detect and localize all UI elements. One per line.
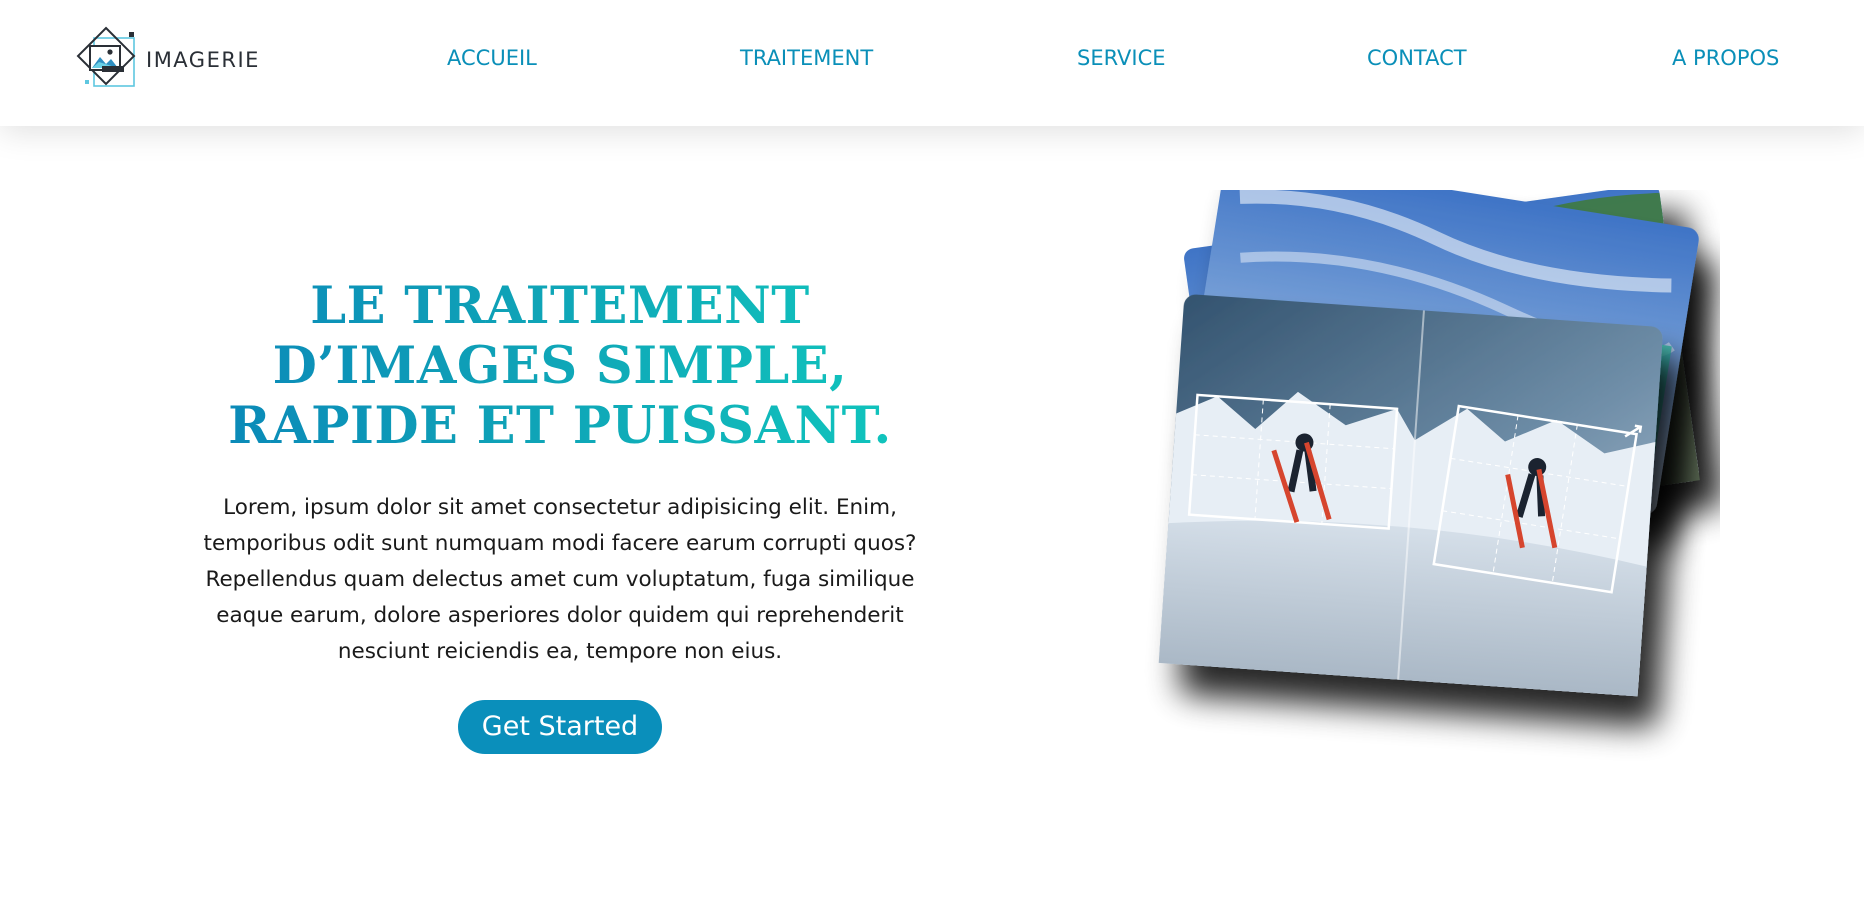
hero-text-block: LE TRAITEMENT D’IMAGES SIMPLE, RAPIDE ET…	[180, 276, 940, 754]
hero-title-line-2: D’IMAGES SIMPLE,	[272, 336, 848, 396]
front-photo-card	[1158, 294, 1663, 697]
hero-description: Lorem, ipsum dolor sit amet consectetur …	[203, 495, 917, 664]
hero-photo-stack	[1158, 190, 1700, 697]
brand-logo[interactable]: IMAGERIE	[74, 22, 274, 98]
nav-a-propos[interactable]: A PROPOS	[1672, 46, 1779, 70]
hero-title-line-3: RAPIDE ET PUISSANT.	[228, 396, 892, 456]
image-frame-logo-icon	[76, 26, 136, 87]
nav-service[interactable]: SERVICE	[1077, 46, 1166, 70]
get-started-button[interactable]: Get Started	[457, 700, 663, 754]
hero-title: LE TRAITEMENT D’IMAGES SIMPLE, RAPIDE ET…	[180, 276, 940, 456]
brand-name: IMAGERIE	[146, 48, 260, 72]
site-header: IMAGERIE ACCUEIL TRAITEMENT SERVICE CONT…	[0, 0, 1864, 126]
nav-contact[interactable]: CONTACT	[1367, 46, 1467, 70]
hero-title-line-1: LE TRAITEMENT	[310, 276, 810, 336]
nav-traitement[interactable]: TRAITEMENT	[740, 46, 873, 70]
nav-accueil[interactable]: ACCUEIL	[447, 46, 537, 70]
